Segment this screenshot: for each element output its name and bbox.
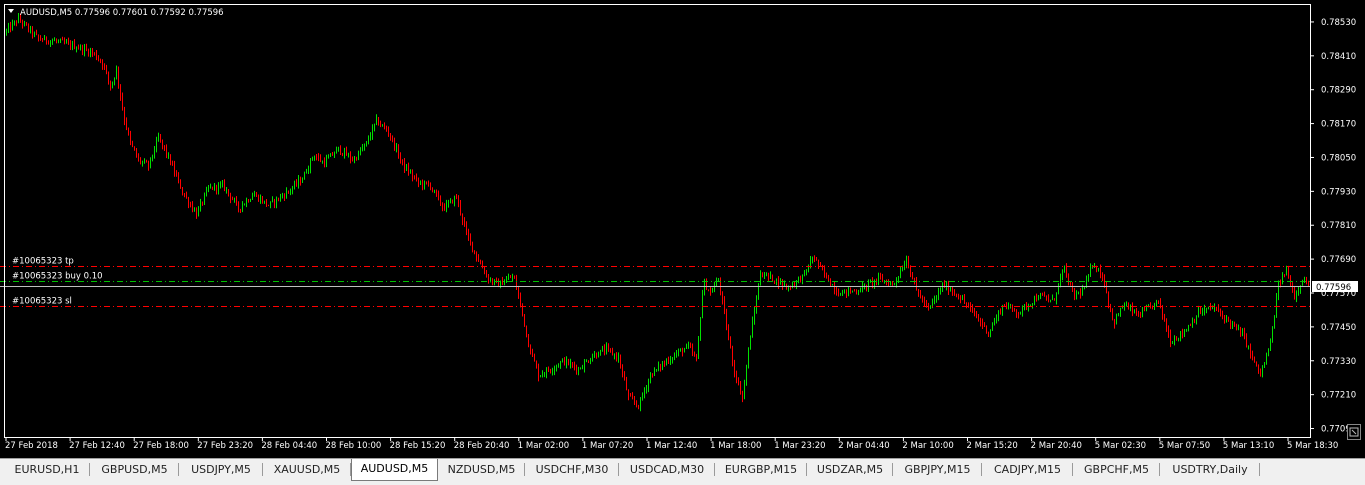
price-label: 0.77330 xyxy=(1321,357,1356,367)
time-label: 2 Mar 04:40 xyxy=(838,441,889,451)
tab-nzdusd-m5[interactable]: NZDUSD,M5 xyxy=(438,460,525,480)
price-label: 0.77930 xyxy=(1321,187,1356,197)
current-price-tag: 0.77596 xyxy=(1312,281,1358,293)
time-label: 5 Mar 13:10 xyxy=(1223,441,1274,451)
time-label: 1 Mar 07:20 xyxy=(582,441,633,451)
time-label: 28 Feb 04:40 xyxy=(261,441,317,451)
tab-cadjpy-m15[interactable]: CADJPY,M15 xyxy=(982,460,1073,480)
chart-shift-button[interactable] xyxy=(1347,424,1361,440)
tab-eurusd-h1[interactable]: EURUSD,H1 xyxy=(4,460,90,480)
time-label: 28 Feb 20:40 xyxy=(454,441,510,451)
tab-usdjpy-m5[interactable]: USDJPY,M5 xyxy=(179,460,263,480)
time-label: 1 Mar 18:00 xyxy=(710,441,761,451)
time-label: 27 Feb 18:00 xyxy=(133,441,189,451)
time-label: 28 Feb 15:20 xyxy=(390,441,446,451)
tab-audusd-m5[interactable]: AUDUSD,M5 xyxy=(351,459,438,481)
price-label: 0.78170 xyxy=(1321,120,1356,130)
time-label: 27 Feb 2018 xyxy=(5,441,58,451)
time-label: 27 Feb 12:40 xyxy=(69,441,125,451)
price-label: 0.77690 xyxy=(1321,255,1356,265)
chevron-down-icon[interactable] xyxy=(8,9,14,13)
time-label: 1 Mar 02:00 xyxy=(518,441,569,451)
candles-layer xyxy=(6,12,1309,412)
time-label: 5 Mar 18:30 xyxy=(1287,441,1338,451)
chart-window[interactable]: #10065323 tp #10065323 buy 0.10 #1006532… xyxy=(0,0,1365,458)
tab-usdzar-m5[interactable]: USDZAR,M5 xyxy=(807,460,893,480)
tp-label: #10065323 tp xyxy=(12,257,74,267)
time-label: 2 Mar 10:00 xyxy=(902,441,953,451)
tab-gbpjpy-m15[interactable]: GBPJPY,M15 xyxy=(893,460,982,480)
tab-eurgbp-m15[interactable]: EURGBP,M15 xyxy=(715,460,807,480)
time-axis: 27 Feb 2018 27 Feb 12:40 27 Feb 18:00 27 Fe… xyxy=(5,437,1338,451)
time-label: 5 Mar 02:30 xyxy=(1095,441,1146,451)
price-label: 0.78050 xyxy=(1321,153,1356,163)
time-label: 2 Mar 15:20 xyxy=(967,441,1018,451)
tab-usdcad-m30[interactable]: USDCAD,M30 xyxy=(619,460,715,480)
tab-gbpusd-m5[interactable]: GBPUSD,M5 xyxy=(90,460,179,480)
tab-gbpchf-m5[interactable]: GBPCHF,M5 xyxy=(1073,460,1160,480)
price-label: 0.77810 xyxy=(1321,221,1356,231)
time-label: 2 Mar 20:40 xyxy=(1031,441,1082,451)
price-label: 0.78530 xyxy=(1321,18,1356,28)
tab-usdchf-m30[interactable]: USDCHF,M30 xyxy=(525,460,619,480)
price-label: 0.78410 xyxy=(1321,52,1356,62)
time-label: 28 Feb 10:00 xyxy=(326,441,382,451)
price-axis: 0.78530 0.78410 0.78290 0.78170 0.78050 0.779… xyxy=(1310,18,1356,435)
chart-tabs-bar: EURUSD,H1 GBPUSD,M5 USDJPY,M5 XAUUSD,M5 … xyxy=(0,458,1365,485)
tab-xauusd-m5[interactable]: XAUUSD,M5 xyxy=(263,460,351,480)
buy-label: #10065323 buy 0.10 xyxy=(12,272,103,282)
time-label: 27 Feb 23:20 xyxy=(197,441,253,451)
plot-border xyxy=(4,4,1311,438)
time-label: 1 Mar 23:20 xyxy=(774,441,825,451)
symbol-info: AUDUSD,M5 0.77596 0.77601 0.77592 0.7759… xyxy=(20,8,224,18)
time-label: 5 Mar 07:50 xyxy=(1159,441,1210,451)
price-label: 0.78290 xyxy=(1321,86,1356,96)
price-label: 0.77450 xyxy=(1321,323,1356,333)
tab-usdtry-daily[interactable]: USDTRY,Daily xyxy=(1160,460,1260,480)
price-chart[interactable]: #10065323 tp #10065323 buy 0.10 #1006532… xyxy=(0,0,1365,458)
current-price-label: 0.77596 xyxy=(1316,283,1351,293)
sl-label: #10065323 sl xyxy=(12,297,72,307)
time-label: 1 Mar 12:40 xyxy=(646,441,697,451)
price-label: 0.77210 xyxy=(1321,391,1356,401)
